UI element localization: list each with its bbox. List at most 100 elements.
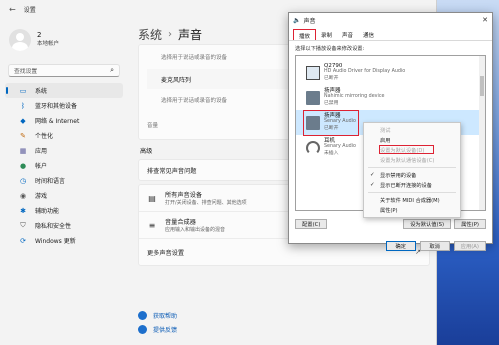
speaker-icon (306, 90, 320, 105)
tab-recording[interactable]: 录制 (316, 29, 337, 40)
globe-clock-icon: ◷ (19, 176, 27, 185)
tab-playback[interactable]: 播放 (293, 29, 317, 40)
headset-icon (306, 140, 320, 155)
sidebar-item-label: 个性化 (35, 133, 54, 140)
menu-item-show-disabled[interactable]: ✓ 显示禁用的设备 (364, 170, 460, 180)
ok-button[interactable]: 确定 (385, 241, 416, 251)
sidebar-item-label: 游戏 (35, 193, 48, 200)
menu-item-label: 显示已断开连接的设备 (380, 182, 432, 189)
set-default-button[interactable]: 设为默认值(S) (403, 219, 452, 229)
input-section-note: 选择用于说话或录音的设备 (161, 98, 228, 104)
device-status: 已禁用 (324, 100, 339, 106)
device-status: 已断开 (324, 75, 339, 81)
profile-name: 2 (37, 31, 42, 39)
sidebar-item-label: Windows 更新 (35, 238, 76, 245)
feedback-label: 提供反馈 (153, 326, 178, 334)
configure-button[interactable]: 配置(C) (295, 219, 328, 229)
avatar (9, 29, 31, 51)
breadcrumb-parent[interactable]: 系统 (138, 26, 162, 43)
search-icon: ⌕ (110, 66, 114, 74)
device-list-scrollbar[interactable] (479, 56, 485, 210)
sidebar-item-gaming[interactable]: ◉ 游戏 (5, 188, 123, 203)
sidebar-item-label: 蓝牙和其他设备 (35, 103, 78, 110)
all-sound-devices-sub: 打开/关闭设备、排查问题、其他选项 (165, 200, 247, 206)
sidebar-item-apps[interactable]: ▦ 应用 (5, 143, 123, 158)
menu-item-properties[interactable]: 属性(P) (364, 205, 460, 215)
enable-highlight (379, 145, 434, 154)
dialog-footer: 确定 取消 应用(A) (289, 237, 492, 255)
sidebar-item-personalization[interactable]: ✎ 个性化 (5, 128, 123, 143)
volume-mixer-sub: 应用输入和输出设备的混音 (165, 227, 226, 233)
device-item-q2790[interactable]: Q2790 HD Audio Driver for Display Audio … (296, 60, 485, 85)
sidebar-item-windows-update[interactable]: ⟳ Windows 更新 (5, 233, 123, 248)
sidebar-item-label: 隐私和安全性 (35, 223, 72, 230)
scrollbar-thumb[interactable] (480, 76, 484, 96)
tab-communications[interactable]: 通信 (358, 29, 379, 40)
menu-separator (368, 167, 456, 168)
mic-array-label[interactable]: 麦克风阵列 (161, 75, 191, 84)
bluetooth-icon: ᛒ (20, 101, 26, 110)
all-sound-devices-label: 所有声音设备 (165, 192, 203, 199)
sidebar-item-accounts[interactable]: ● 帐户 (5, 158, 123, 173)
help-links: 获取帮助 提供反馈 (138, 308, 177, 336)
dialog-title: 声音 (303, 17, 316, 25)
sidebar-item-network[interactable]: ◆ 网络 & Internet (5, 113, 123, 128)
get-help-label: 获取帮助 (153, 312, 178, 320)
get-help-link[interactable]: 获取帮助 (138, 308, 177, 322)
wifi-icon: ◆ (20, 116, 26, 125)
menu-item-set-default-comm[interactable]: 设置为默认通信设备(C) (364, 155, 460, 165)
volume-mixer-label: 音量合成器 (165, 219, 196, 226)
monitor-icon (306, 65, 320, 80)
dialog-tabs: 播放 录制 声音 通信 (289, 27, 492, 41)
apps-icon: ▦ (19, 146, 27, 155)
sidebar-item-label: 系统 (35, 88, 48, 95)
sidebar-nav: ▭ 系统 ᛒ 蓝牙和其他设备 ◆ 网络 & Internet ✎ 个性化 ▦ 应用 ● 帐户… (0, 83, 128, 248)
properties-button[interactable]: 属性(P) (454, 219, 486, 229)
chevron-right-icon: › (168, 29, 173, 40)
sound-devices-icon: ▤ (148, 193, 156, 203)
profile-account-type: 本地帐户 (37, 41, 60, 47)
menu-item-label: 显示禁用的设备 (380, 172, 417, 179)
menu-item-test[interactable]: 测试 (364, 125, 460, 135)
brush-icon: ✎ (20, 131, 26, 140)
menu-separator (368, 192, 456, 193)
sidebar-item-label: 网络 & Internet (35, 118, 80, 125)
gamepad-icon: ◉ (19, 191, 27, 200)
update-icon: ⟳ (20, 236, 26, 245)
feedback-link[interactable]: 提供反馈 (138, 322, 177, 336)
search-input[interactable]: 查找设置 ⌕ (8, 64, 120, 77)
sidebar-item-accessibility[interactable]: ✱ 辅助功能 (5, 203, 123, 218)
menu-item-show-disconnected[interactable]: ✓ 显示已断开连接的设备 (364, 180, 460, 190)
accessibility-icon: ✱ (20, 206, 26, 215)
checkmark-icon: ✓ (370, 172, 375, 178)
page-title: 声音 (178, 28, 203, 42)
sidebar-item-system[interactable]: ▭ 系统 (5, 83, 123, 98)
tab-sounds[interactable]: 声音 (337, 29, 358, 40)
monitor-icon: ▭ (19, 86, 27, 95)
back-arrow-icon[interactable]: ← (9, 5, 16, 14)
dialog-titlebar: 🔈 声音 ✕ (289, 13, 492, 27)
sidebar-item-privacy[interactable]: ⛉ 隐私和安全性 (5, 218, 123, 233)
apply-button[interactable]: 应用(A) (453, 241, 486, 251)
device-driver: Nahimic mirroring device (324, 94, 385, 100)
sidebar-item-label: 帐户 (35, 163, 48, 170)
device-status: 未插入 (324, 150, 339, 156)
device-driver: HD Audio Driver for Display Audio (324, 69, 406, 75)
profile[interactable]: 2 本地帐户 (0, 18, 128, 54)
sidebar-item-bluetooth[interactable]: ᛒ 蓝牙和其他设备 (5, 98, 123, 113)
checkmark-icon: ✓ (370, 182, 375, 188)
volume-label: 音量 (147, 123, 159, 129)
device-item-nahimic[interactable]: 扬声器 Nahimic mirroring device 已禁用 (296, 85, 485, 110)
search-placeholder: 查找设置 (14, 69, 38, 75)
menu-item-about-midi[interactable]: 关于软件 MIDI 合成器(M) (364, 195, 460, 205)
sidebar-item-label: 时间和语言 (35, 178, 66, 185)
menu-item-enable[interactable]: 启用 (364, 135, 460, 145)
help-icon (138, 310, 147, 320)
sidebar-item-time-language[interactable]: ◷ 时间和语言 (5, 173, 123, 188)
close-icon[interactable]: ✕ (482, 16, 488, 24)
person-icon: ● (19, 161, 27, 170)
speaker-icon: 🔈 (293, 16, 301, 24)
cancel-button[interactable]: 取消 (419, 241, 450, 251)
sidebar-item-label: 应用 (35, 148, 48, 155)
troubleshoot-label: 排查常见声音问题 (147, 167, 197, 175)
